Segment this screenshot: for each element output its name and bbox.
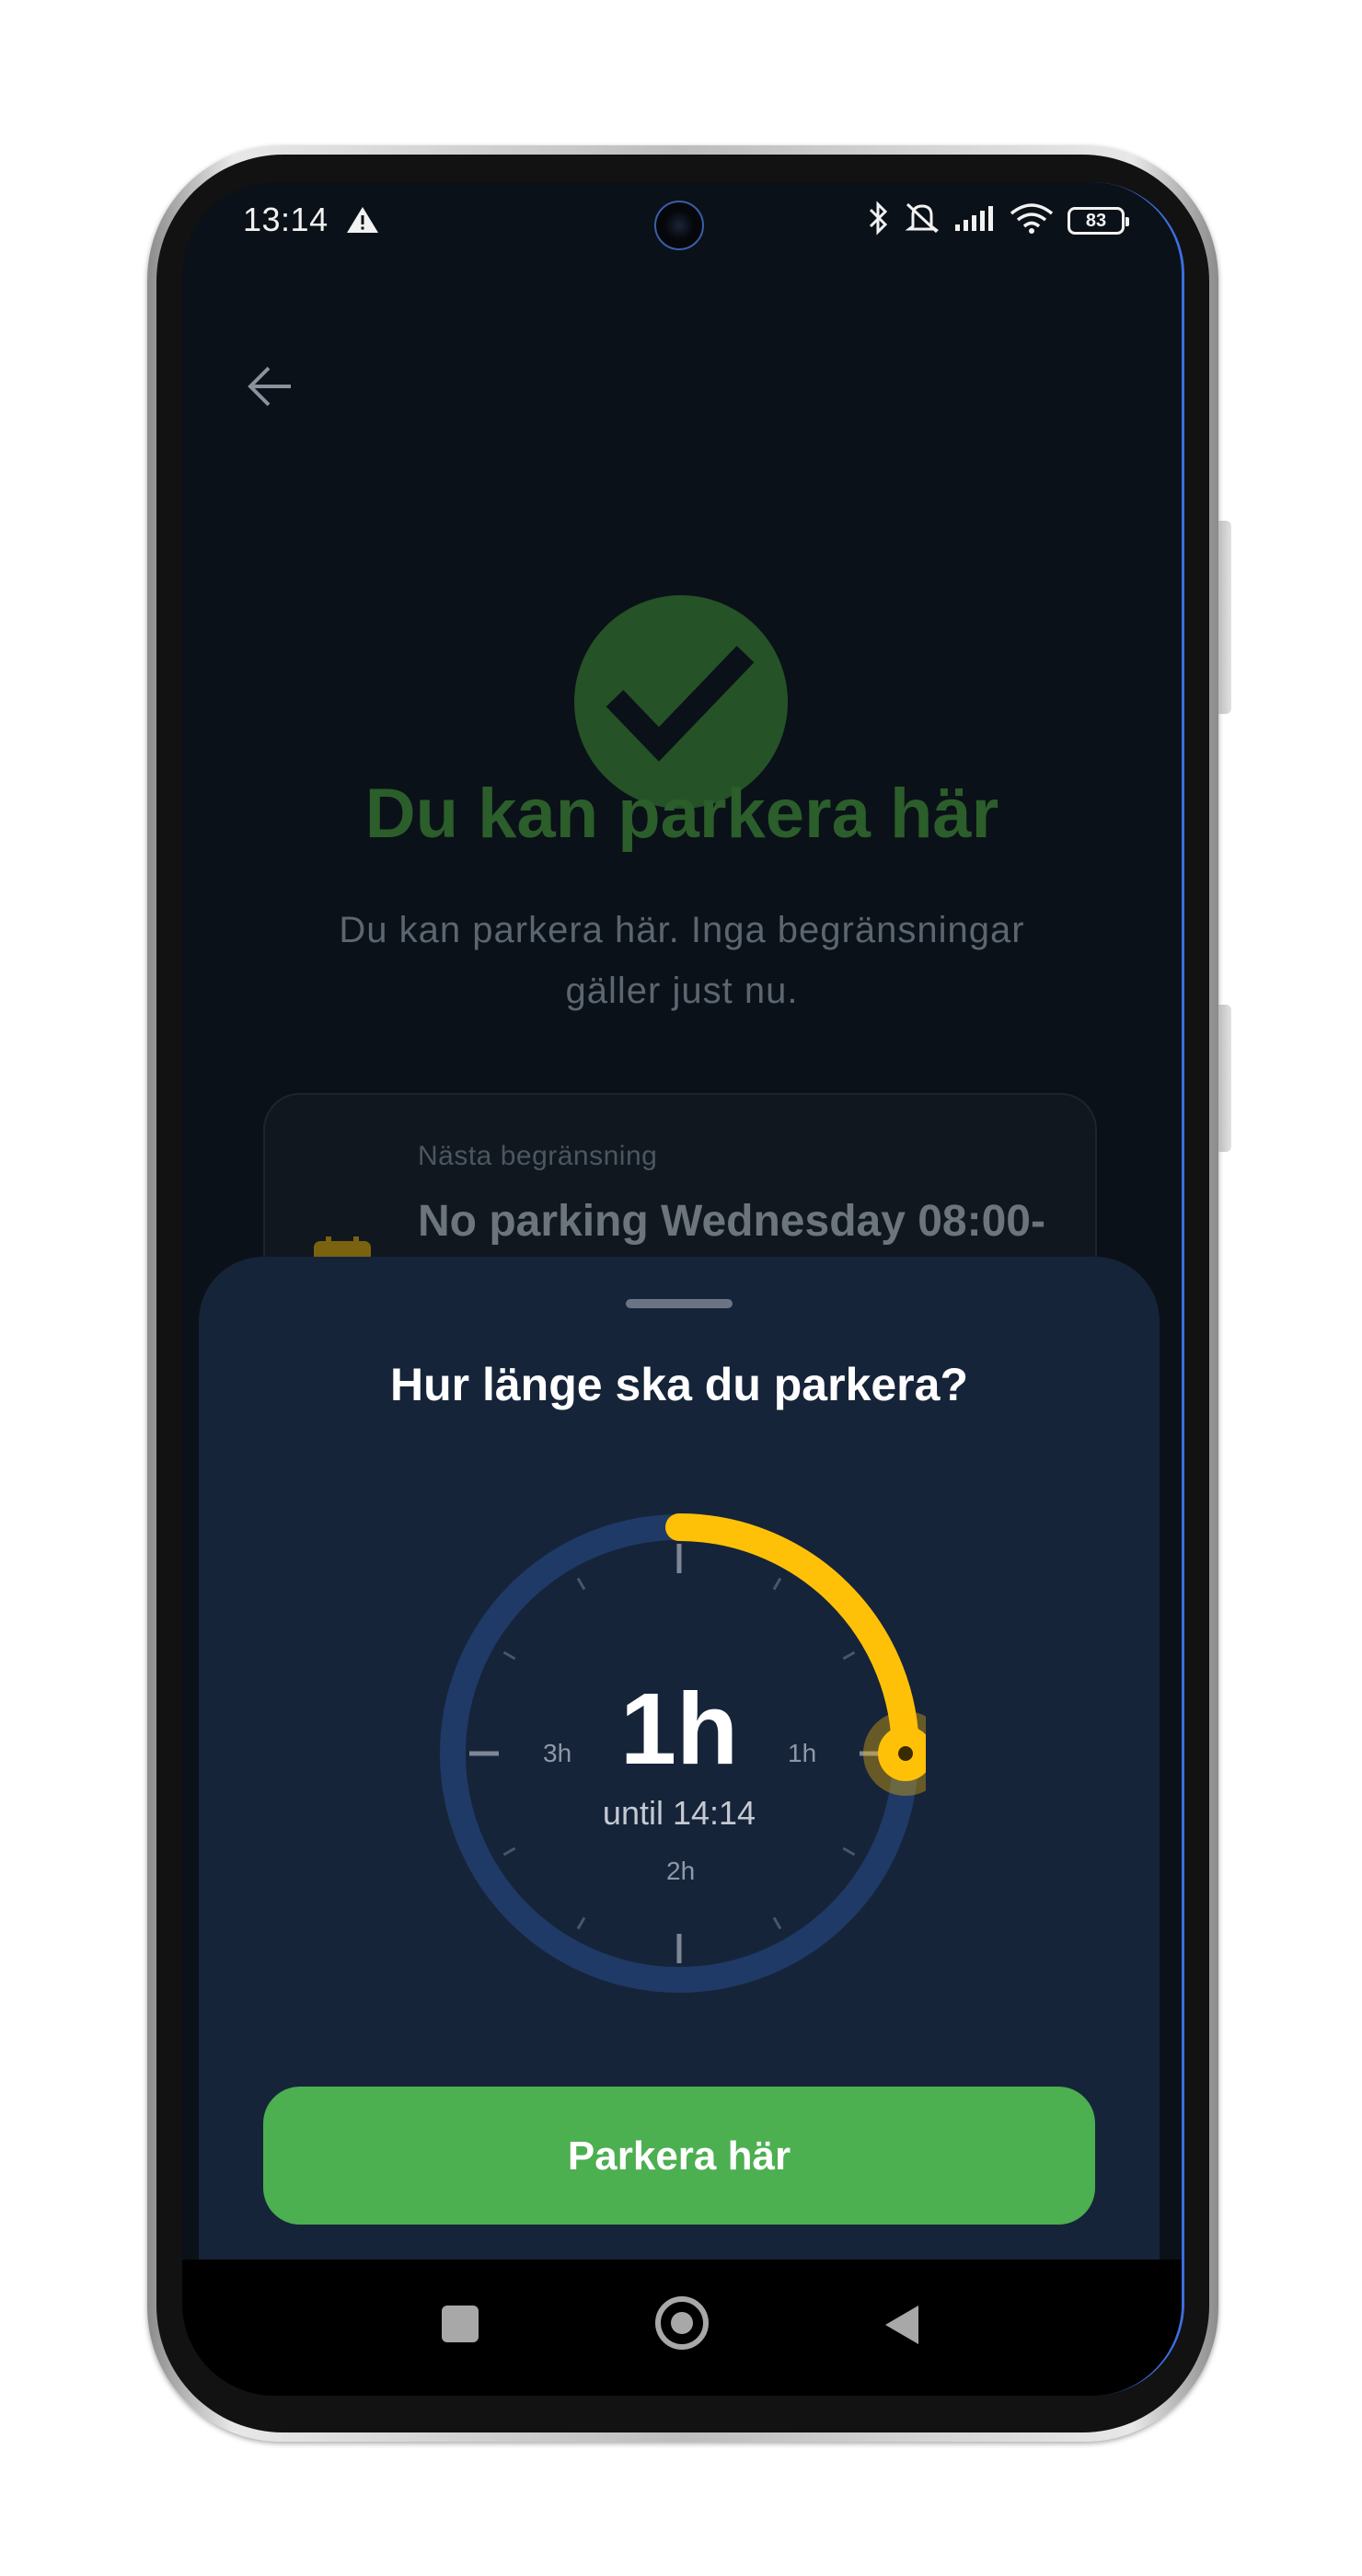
status-icons: 83 — [867, 201, 1129, 240]
recent-apps-icon[interactable] — [442, 2306, 479, 2342]
tick-label-3h: 3h — [543, 1739, 572, 1767]
alert-icon — [346, 206, 379, 238]
signal-icon — [953, 204, 996, 236]
wifi-icon — [1009, 202, 1055, 238]
park-here-button[interactable]: Parkera här — [263, 2087, 1095, 2225]
status-time: 13:14 — [243, 201, 329, 238]
dial-minor-tick — [502, 1846, 516, 1857]
next-restriction-label: Nästa begränsning — [418, 1141, 658, 1171]
tick-label-1h: 1h — [788, 1739, 817, 1767]
dial-minor-tick — [842, 1846, 856, 1857]
front-camera — [654, 201, 704, 250]
dial-minor-tick — [502, 1650, 516, 1661]
sheet-title: Hur länge ska du parkera? — [389, 1359, 968, 1410]
muted-icon — [904, 201, 941, 240]
page-title: Du kan parkera här — [364, 775, 999, 853]
bluetooth-icon — [867, 201, 891, 240]
screen: 13:14 83 Du kan parkera här Du kan parke… — [182, 182, 1184, 2396]
dial-minor-tick — [576, 1916, 586, 1930]
duration-bottom-sheet: Hur länge ska du parkera? 1h until 14:14… — [199, 1257, 1160, 2260]
dial-value: 1h — [619, 1673, 739, 1786]
back-arrow-icon[interactable] — [243, 359, 298, 414]
power-button — [1218, 1005, 1231, 1152]
home-icon[interactable] — [655, 2296, 709, 2350]
duration-dial[interactable]: 1h until 14:14 1h 2h 3h — [433, 1507, 926, 2000]
battery-indicator: 83 — [1068, 206, 1129, 235]
page-description: Du kan parkera här. Inga begränsningar g… — [339, 910, 1025, 1011]
dial-minor-tick — [576, 1577, 586, 1591]
dial-end-time: until 14:14 — [602, 1794, 756, 1832]
sheet-drag-handle[interactable] — [626, 1299, 733, 1308]
dial-minor-tick — [772, 1577, 782, 1591]
dial-minor-tick — [842, 1650, 856, 1661]
nav-back-icon[interactable] — [882, 2302, 922, 2352]
volume-button — [1218, 521, 1231, 714]
tick-label-2h: 2h — [666, 1857, 696, 1885]
navigation-bar — [182, 2260, 1182, 2396]
status-bar: 13:14 83 — [182, 182, 1182, 256]
dial-minor-tick — [772, 1916, 782, 1930]
